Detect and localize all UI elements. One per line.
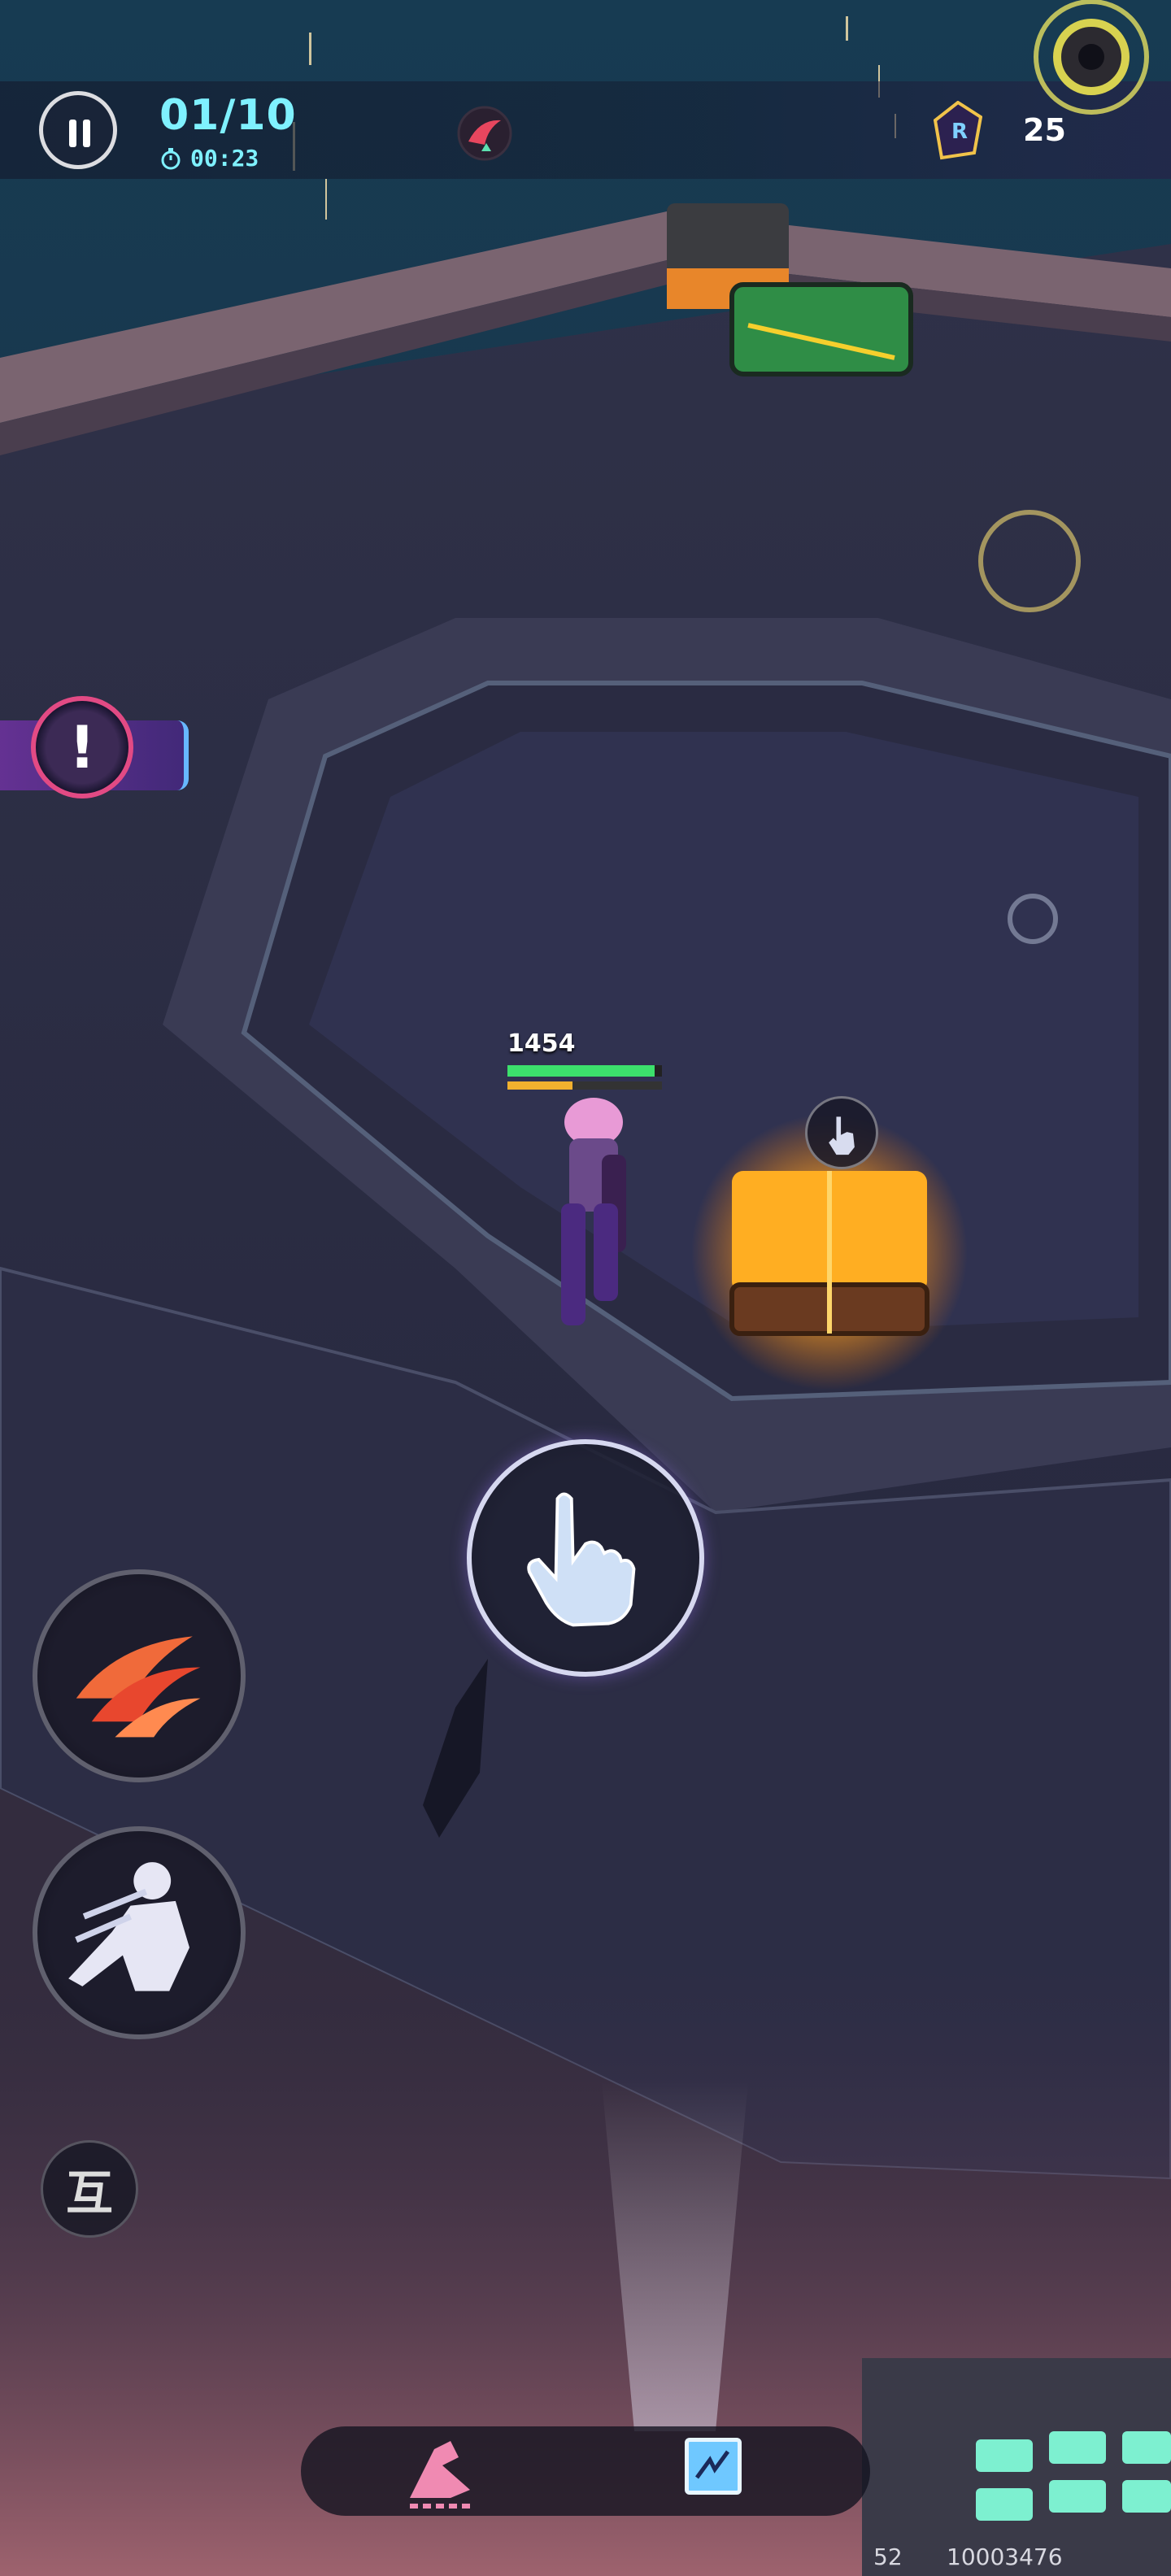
game-scene bbox=[0, 0, 1171, 2576]
alert-exclamation-icon[interactable]: ! bbox=[31, 696, 133, 798]
pointing-hand-icon bbox=[829, 1116, 855, 1155]
skill-dash-button[interactable] bbox=[33, 1826, 246, 2039]
claw-slash-icon bbox=[76, 1636, 201, 1738]
pointing-hand-icon bbox=[527, 1492, 636, 1627]
fps-counter: 52 bbox=[873, 2543, 903, 2570]
user-id: 10003476 bbox=[947, 2543, 1063, 2570]
interact-button[interactable] bbox=[467, 1439, 704, 1677]
player-hp-fill bbox=[507, 1065, 655, 1077]
boss-icon[interactable] bbox=[455, 104, 514, 163]
chest-interact-hint bbox=[805, 1096, 878, 1169]
swap-character-button[interactable]: 互 bbox=[41, 2140, 138, 2238]
player-energy-bar bbox=[507, 1081, 662, 1090]
wave-counter: 01/10 bbox=[159, 91, 297, 140]
scene-backdrop bbox=[0, 0, 1171, 2576]
pause-button[interactable] bbox=[39, 91, 117, 169]
card-icon[interactable] bbox=[685, 2438, 742, 2495]
objective-ring-icon bbox=[1034, 0, 1149, 115]
player-energy-fill bbox=[507, 1081, 572, 1090]
elapsed-timer: 00:23 bbox=[190, 145, 259, 172]
bottom-tab-bar bbox=[301, 2426, 870, 2516]
timer-group: 00:23 bbox=[159, 145, 259, 172]
stopwatch-icon bbox=[161, 147, 181, 169]
crystal-currency-icon: R bbox=[934, 101, 982, 160]
player-hp-value: 1454 bbox=[507, 1029, 576, 1058]
dash-figure-icon bbox=[68, 1862, 190, 1991]
player-hp-bar bbox=[507, 1065, 662, 1077]
svg-text:R: R bbox=[951, 120, 968, 144]
skill-claw-button[interactable] bbox=[33, 1569, 246, 1782]
blade-icon[interactable] bbox=[394, 2433, 483, 2514]
card-spark-icon bbox=[694, 2450, 730, 2479]
